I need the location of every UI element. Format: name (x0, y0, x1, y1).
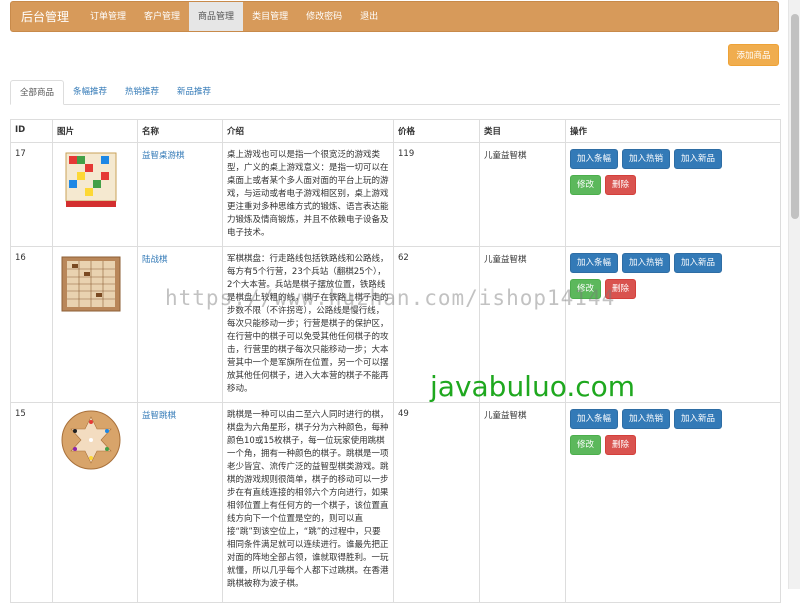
header-image: 图片 (52, 119, 138, 143)
header-price: 价格 (393, 119, 480, 143)
nav-categories[interactable]: 类目管理 (243, 2, 297, 31)
cell-name: 陆战棋 (137, 246, 223, 403)
header-name: 名称 (137, 119, 223, 143)
site-watermark: javabuluo.com (430, 370, 636, 403)
cell-price: 119 (393, 142, 480, 247)
add-new-button[interactable]: 加入新品 (674, 409, 723, 429)
add-hot-button[interactable]: 加入热销 (622, 149, 671, 169)
tab-all-products[interactable]: 全部商品 (10, 80, 65, 105)
tab-hot-recommend[interactable]: 热销推荐 (116, 80, 168, 104)
cell-name: 益智桌游棋 (137, 142, 223, 247)
nav-logout[interactable]: 退出 (351, 2, 387, 31)
header-description: 介绍 (222, 119, 394, 143)
product-name-link[interactable]: 陆战棋 (142, 255, 168, 265)
nav-products[interactable]: 商品管理 (189, 2, 244, 31)
product-name-link[interactable]: 益智桌游棋 (142, 151, 185, 161)
delete-button[interactable]: 删除 (605, 435, 637, 455)
add-hot-button[interactable]: 加入热销 (622, 409, 671, 429)
nav-orders[interactable]: 订单管理 (81, 2, 135, 31)
cell-description: 跳棋是一种可以由二至六人同时进行的棋，棋盘为六角星形，棋子分为六种颜色，每种颜色… (222, 402, 394, 603)
tab-banner-recommend[interactable]: 条幅推荐 (64, 80, 116, 104)
add-hot-button[interactable]: 加入热销 (622, 253, 671, 273)
cell-image (52, 402, 138, 603)
table-row: 17 益智桌游棋 桌上游戏也可以是指一个很宽泛的游戏类型，广义的桌上游戏意义：是… (10, 142, 781, 247)
add-banner-button[interactable]: 加入条幅 (570, 253, 619, 273)
url-watermark: https://www.huzhan.com/ishop14144 (165, 286, 616, 310)
header-actions: 操作 (565, 119, 781, 143)
tab-new-recommend[interactable]: 新品推荐 (168, 80, 220, 104)
cell-description: 军棋棋盘：行走路线包括铁路线和公路线，每方有5个行营，23个兵站（翻棋25个），… (222, 246, 394, 403)
product-image-land-battle-chess[interactable] (60, 253, 122, 315)
add-product-button[interactable]: 添加商品 (728, 44, 779, 66)
cell-actions: 加入条幅 加入热销 加入新品 修改 删除 (565, 142, 781, 247)
page-scrollbar[interactable] (788, 0, 800, 589)
cell-id: 15 (10, 402, 53, 603)
nav-customers[interactable]: 客户管理 (135, 2, 189, 31)
cell-category: 儿童益智棋 (479, 142, 566, 247)
edit-button[interactable]: 修改 (570, 435, 602, 455)
nav-change-password[interactable]: 修改密码 (297, 2, 351, 31)
edit-button[interactable]: 修改 (570, 175, 602, 195)
product-image-board-game[interactable] (60, 149, 122, 211)
add-banner-button[interactable]: 加入条幅 (570, 149, 619, 169)
top-navbar: 后台管理 订单管理 客户管理 商品管理 类目管理 修改密码 退出 (10, 1, 779, 32)
cell-id: 16 (10, 246, 53, 403)
cell-price: 49 (393, 402, 480, 603)
product-table: ID 图片 名称 介绍 价格 类目 操作 17 益智桌游棋 桌上游戏也可以是指一… (10, 119, 781, 603)
add-new-button[interactable]: 加入新品 (674, 253, 723, 273)
product-name-link[interactable]: 益智跳棋 (142, 411, 176, 421)
cell-category: 儿童益智棋 (479, 402, 566, 603)
cell-description: 桌上游戏也可以是指一个很宽泛的游戏类型，广义的桌上游戏意义：是指一切可以在桌面上… (222, 142, 394, 247)
cell-id: 17 (10, 142, 53, 247)
header-category: 类目 (479, 119, 566, 143)
table-row: 15 益智跳棋 跳棋是一种可以由二至六人同时进行的棋，棋盘为六角星形，棋子分为六… (10, 402, 781, 603)
brand-title: 后台管理 (21, 10, 70, 24)
scrollbar-thumb[interactable] (791, 14, 799, 219)
cell-image (52, 142, 138, 247)
header-id: ID (10, 119, 53, 143)
cell-image (52, 246, 138, 403)
product-image-chinese-checkers[interactable] (60, 409, 122, 471)
table-header-row: ID 图片 名称 介绍 价格 类目 操作 (10, 119, 781, 143)
cell-actions: 加入条幅 加入热销 加入新品 修改 删除 (565, 402, 781, 603)
cell-name: 益智跳棋 (137, 402, 223, 603)
table-row: 16 陆战棋 军棋棋盘：行走路线包括铁路线和公路线，每方有5个行营，23个兵站（… (10, 246, 781, 403)
product-tabs: 全部商品 条幅推荐 热销推荐 新品推荐 (10, 80, 780, 105)
add-banner-button[interactable]: 加入条幅 (570, 409, 619, 429)
add-new-button[interactable]: 加入新品 (674, 149, 723, 169)
delete-button[interactable]: 删除 (605, 175, 637, 195)
